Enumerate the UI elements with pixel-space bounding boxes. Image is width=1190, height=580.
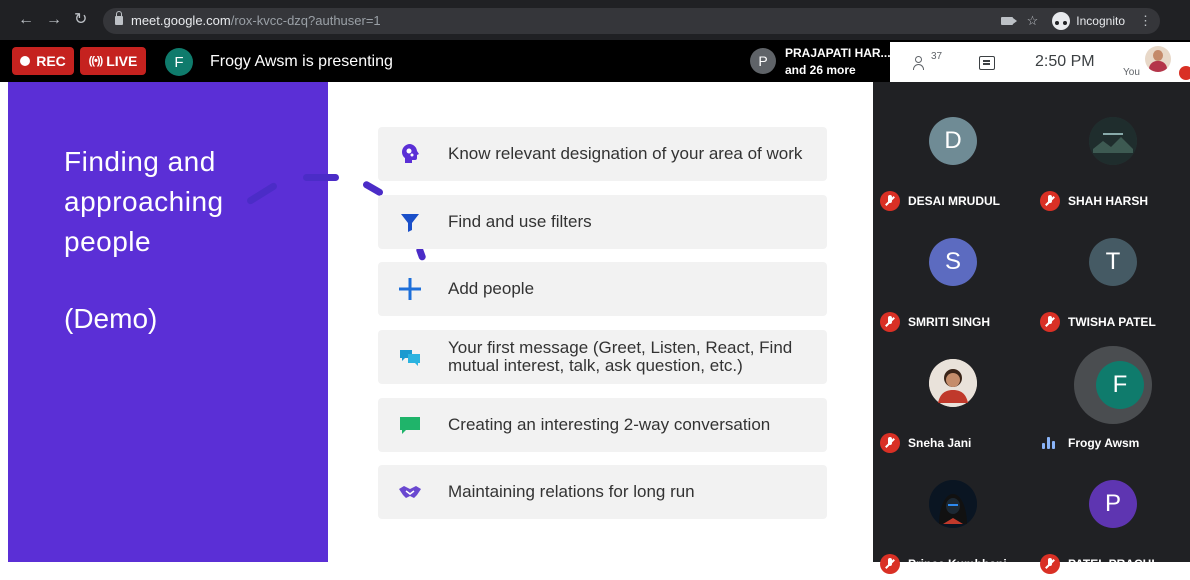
annotation-stroke	[303, 174, 339, 181]
participant-avatar: P	[750, 48, 776, 74]
participant-avatar: T	[1089, 238, 1137, 286]
presenting-status: Frogy Awsm is presenting	[210, 53, 393, 70]
slide-item: Know relevant designation of your area o…	[378, 127, 827, 181]
speaking-indicator-icon	[1042, 437, 1056, 449]
chat-bubbles-icon	[400, 350, 420, 366]
participant-tile[interactable]: Sneha Jani	[873, 339, 1031, 459]
slide-item: Your first message (Greet, Listen, React…	[378, 330, 827, 384]
participant-avatar: S	[929, 238, 977, 286]
star-icon[interactable]: ☆	[1027, 13, 1039, 29]
participant-photo	[929, 480, 977, 528]
clock-time: 2:50 PM	[1035, 53, 1095, 70]
slide-title: Finding and approaching people	[64, 146, 224, 257]
self-avatar[interactable]	[1145, 46, 1171, 72]
participant-name: PRAJAPATI HAR...	[785, 46, 891, 60]
presenter-avatar: F	[165, 48, 193, 76]
chat-icon[interactable]	[979, 56, 995, 70]
participant-name: PATEL PRACHI	[1068, 557, 1155, 571]
participant-tile[interactable]: T TWISHA PATEL	[1033, 218, 1190, 338]
rec-badge[interactable]: REC	[12, 47, 74, 75]
back-icon[interactable]: ←	[18, 10, 34, 30]
slide-item-text: Creating an interesting 2-way conversati…	[448, 415, 771, 434]
slide-item: Find and use filters	[378, 195, 827, 249]
meeting-tools: 37 2:50 PM You	[890, 42, 1190, 82]
participant-grid: D DESAI MRUDUL SHAH HARSH S SMRITI SINGH…	[873, 82, 1190, 574]
address-bar[interactable]: meet.google.com/rox-kvcc-dzq?authuser=1 …	[103, 8, 1160, 34]
person-icon	[929, 359, 977, 407]
people-count: 37	[931, 51, 943, 62]
incognito-icon	[1052, 12, 1071, 30]
participant-avatar: F	[1096, 361, 1144, 409]
slide-subtitle: (Demo)	[64, 303, 158, 334]
participant-tile[interactable]: F Frogy Awsm	[1033, 339, 1190, 459]
slide-item-text: Your first message (Greet, Listen, React…	[448, 338, 793, 375]
mic-off-icon	[880, 312, 900, 332]
participant-more: and 26 more	[785, 63, 856, 77]
hooded-figure-icon	[929, 480, 977, 528]
mic-off-icon	[1040, 554, 1060, 574]
record-dot-icon	[20, 56, 31, 66]
live-badge[interactable]: ((•)) LIVE	[80, 47, 146, 75]
camera-icon[interactable]	[1000, 17, 1017, 25]
participant-avatar: D	[929, 117, 977, 165]
browser-toolbar: ← → ↻ meet.google.com/rox-kvcc-dzq?authu…	[0, 0, 1190, 40]
mic-off-icon	[880, 554, 900, 574]
reload-icon[interactable]: ↻	[74, 10, 87, 30]
you-label: You	[1123, 67, 1140, 78]
forward-icon[interactable]: →	[46, 10, 62, 30]
address-bar-actions: ☆ Incognito ⋮	[1000, 12, 1152, 30]
slide-item-text: Add people	[448, 279, 535, 298]
slide-item-text: Find and use filters	[448, 212, 592, 231]
participant-name: Sneha Jani	[908, 436, 972, 450]
participant-tile[interactable]: S SMRITI SINGH	[873, 218, 1031, 338]
incognito-badge[interactable]: Incognito	[1052, 12, 1125, 30]
url-text: meet.google.com/rox-kvcc-dzq?authuser=1	[131, 13, 381, 28]
participant-tile[interactable]: P PATEL PRACHI	[1033, 460, 1190, 580]
participant-name: TWISHA PATEL	[1068, 315, 1156, 329]
self-mic-off-icon	[1179, 66, 1190, 80]
broadcast-icon: ((•))	[88, 55, 103, 67]
participant-tile[interactable]: SHAH HARSH	[1033, 97, 1190, 217]
slide-item: Add people	[378, 262, 827, 316]
slide-item-text: Maintaining relations for long run	[448, 482, 695, 501]
message-icon	[400, 417, 420, 434]
plus-icon	[399, 278, 421, 300]
mic-off-icon	[1040, 312, 1060, 332]
mic-off-icon	[880, 191, 900, 211]
people-icon[interactable]	[913, 56, 930, 70]
menu-dots-icon[interactable]: ⋮	[1139, 13, 1152, 29]
slide-item: Maintaining relations for long run	[378, 465, 827, 519]
participant-name: SHAH HARSH	[1068, 194, 1149, 208]
participant-name: Prince Kumbhani	[908, 557, 1007, 571]
slide-item: Creating an interesting 2-way conversati…	[378, 398, 827, 452]
participant-name: DESAI MRUDUL	[908, 194, 1000, 208]
participant-photo	[929, 359, 977, 407]
slide-item-text: Know relevant designation of your area o…	[448, 144, 803, 163]
head-gears-icon	[402, 144, 419, 163]
live-label: LIVE	[106, 53, 138, 69]
participant-preview-chip[interactable]: P PRAJAPATI HAR... and 26 more	[742, 42, 891, 82]
participant-tile[interactable]: Prince Kumbhani	[873, 460, 1031, 580]
participant-photo	[1089, 117, 1137, 165]
participant-avatar: P	[1089, 480, 1137, 528]
participant-name: Frogy Awsm	[1068, 436, 1140, 450]
mic-off-icon	[880, 433, 900, 453]
participant-tile[interactable]: D DESAI MRUDUL	[873, 97, 1031, 217]
rec-label: REC	[36, 53, 66, 69]
mic-off-icon	[1040, 191, 1060, 211]
incognito-label: Incognito	[1076, 14, 1125, 28]
handshake-icon	[399, 486, 421, 498]
participant-name: SMRITI SINGH	[908, 315, 991, 329]
lock-icon	[115, 11, 123, 25]
filter-icon	[401, 214, 419, 232]
landscape-icon	[1089, 117, 1137, 165]
